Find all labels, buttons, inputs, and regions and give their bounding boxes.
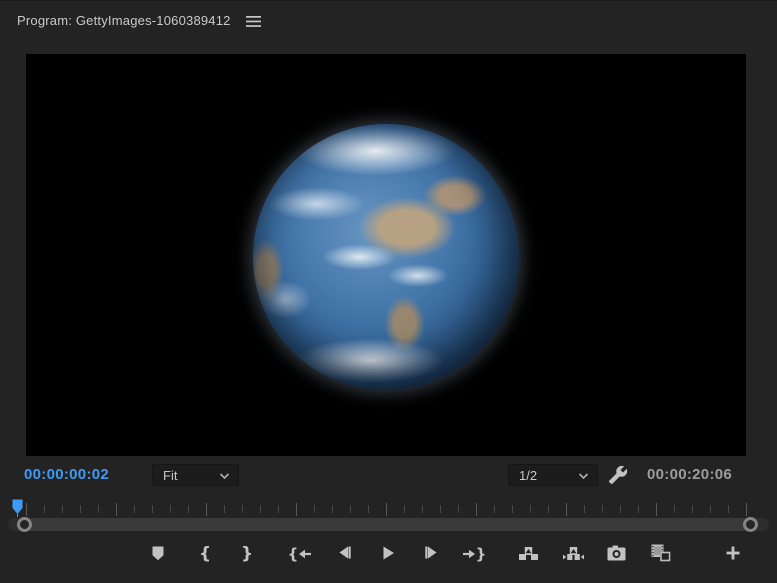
lift-button[interactable]: [512, 540, 544, 568]
step-forward-icon: [423, 545, 439, 563]
zoom-scrollbar: [0, 516, 777, 534]
step-back-button[interactable]: [329, 540, 361, 568]
export-frame-button[interactable]: [600, 540, 632, 568]
settings-button[interactable]: [604, 461, 632, 489]
current-timecode[interactable]: 00:00:00:02: [24, 466, 109, 483]
zoom-handle-left[interactable]: [17, 517, 32, 532]
zoom-level-select[interactable]: Fit: [152, 464, 239, 486]
panel-header: Program: GettyImages-1060389412: [0, 1, 777, 47]
extract-button[interactable]: [557, 540, 589, 568]
add-marker-button[interactable]: [142, 540, 174, 568]
mark-in-button[interactable]: {: [189, 540, 221, 568]
extract-icon: [563, 545, 584, 564]
comparison-view-icon: [651, 544, 671, 565]
hamburger-menu-icon: [246, 15, 262, 28]
zoom-scrollbar-bar[interactable]: [25, 518, 751, 531]
mark-out-icon: }: [241, 546, 253, 563]
wrench-icon: [608, 473, 628, 488]
chevron-down-icon: [213, 468, 230, 483]
playback-resolution-select[interactable]: 1/2: [508, 464, 598, 486]
step-back-icon: [337, 545, 353, 563]
comparison-view-button[interactable]: [645, 540, 677, 568]
video-preview: [26, 54, 746, 456]
step-forward-button[interactable]: [415, 540, 447, 568]
zoom-handle-right[interactable]: [743, 517, 758, 532]
play-icon: [380, 545, 396, 564]
go-to-in-icon: {: [288, 547, 313, 562]
play-button[interactable]: [372, 540, 404, 568]
playback-resolution-value: 1/2: [519, 468, 537, 483]
go-to-in-button[interactable]: {: [284, 540, 316, 568]
panel-title: Program: GettyImages-1060389412: [17, 13, 231, 28]
mark-out-button[interactable]: }: [231, 540, 263, 568]
go-to-out-icon: }: [462, 547, 487, 562]
earth-globe-frame: [253, 124, 519, 390]
marker-icon: [150, 545, 166, 564]
program-monitor-panel: Program: GettyImages-1060389412 00:00:00…: [0, 0, 777, 583]
zoom-level-value: Fit: [163, 468, 177, 483]
duration-timecode: 00:00:20:06: [647, 466, 732, 483]
camera-icon: [607, 545, 626, 564]
lift-icon: [518, 545, 539, 564]
chevron-down-icon: [572, 468, 589, 483]
ruler-ticks: [26, 503, 752, 517]
go-to-out-button[interactable]: }: [458, 540, 490, 568]
button-editor-button[interactable]: [717, 540, 749, 568]
plus-icon: [725, 545, 741, 564]
mini-timeline-ruler[interactable]: [0, 498, 777, 517]
playhead[interactable]: [12, 499, 23, 517]
mark-in-icon: {: [199, 546, 211, 563]
panel-menu-button[interactable]: [244, 12, 264, 30]
